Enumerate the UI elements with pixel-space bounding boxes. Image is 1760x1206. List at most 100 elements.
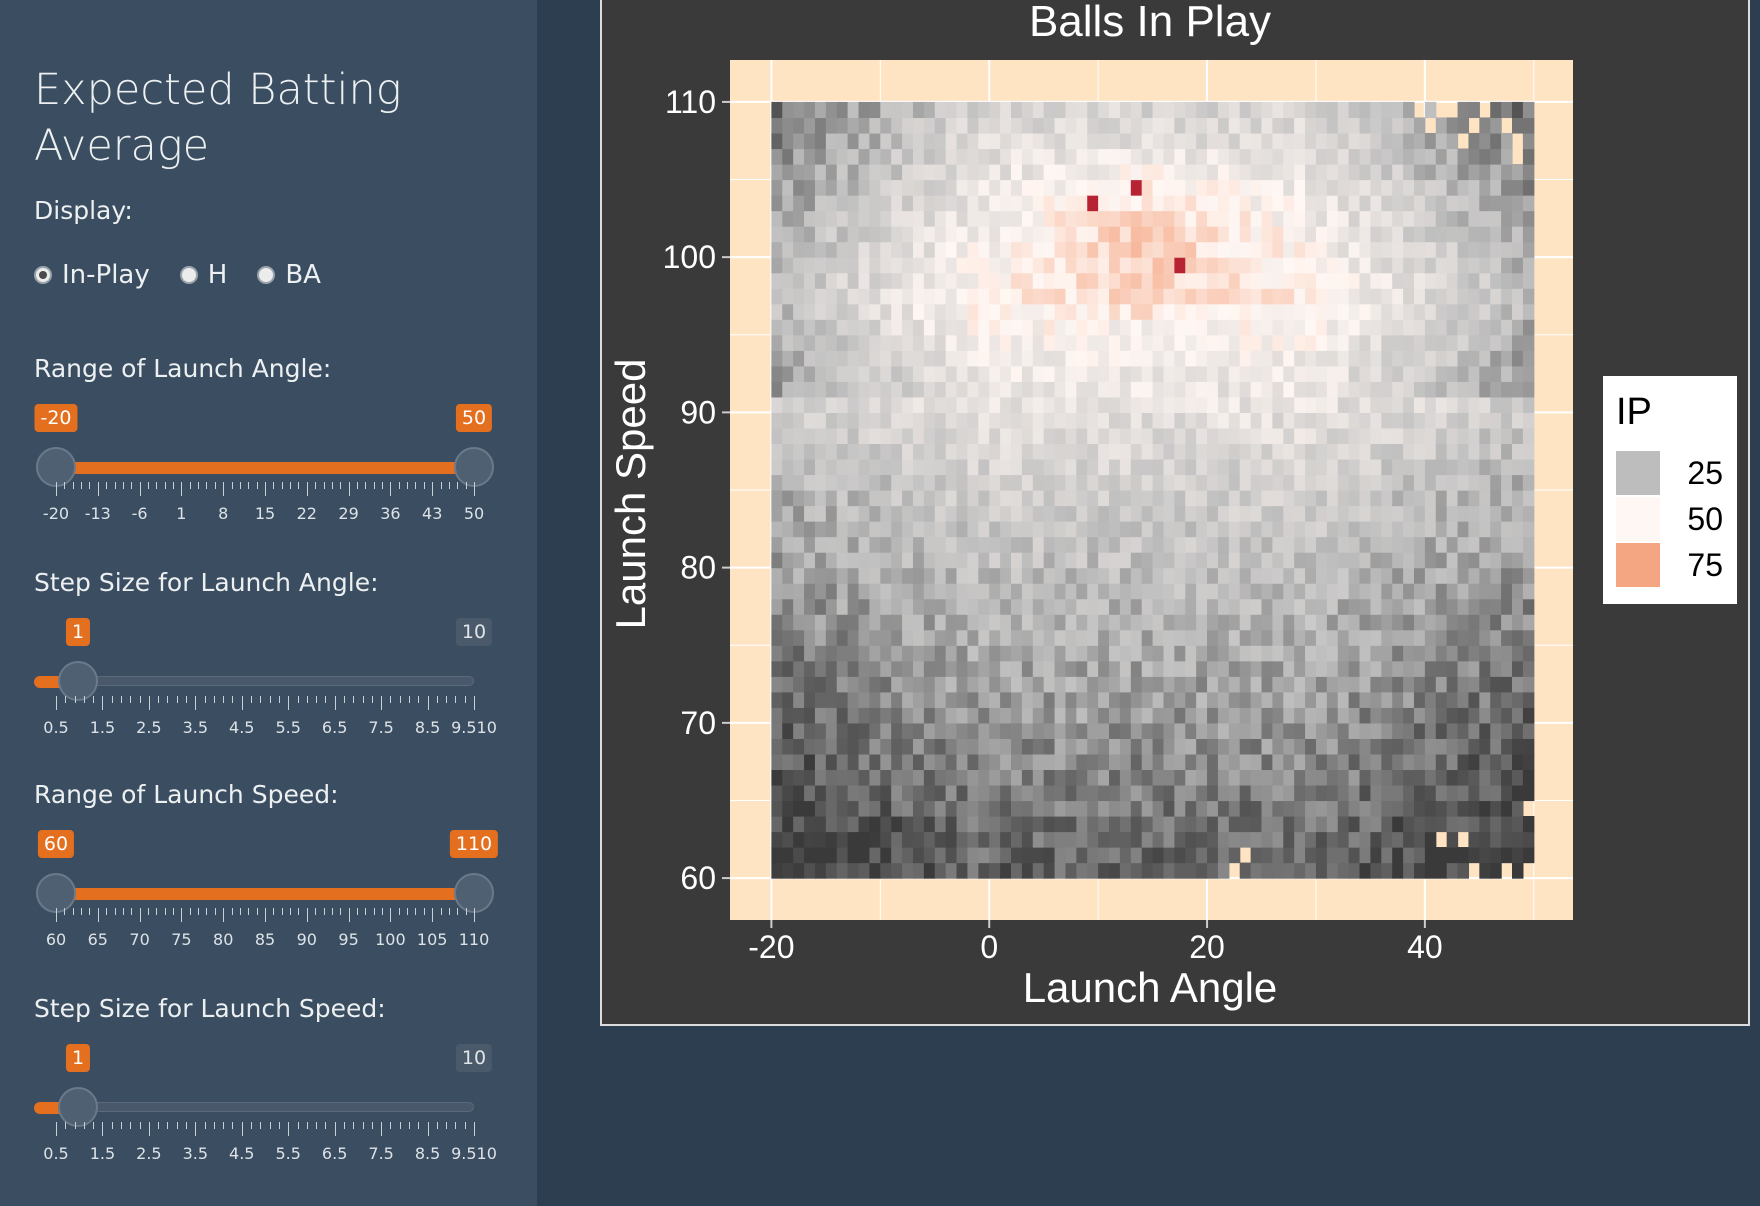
heatmap-cell <box>1468 288 1480 305</box>
heatmap-cell <box>891 567 903 584</box>
heatmap-cell <box>1065 303 1077 320</box>
heatmap-cell <box>1326 660 1339 677</box>
heatmap-cell <box>1152 195 1165 212</box>
heatmap-cell <box>891 753 903 771</box>
heatmap-cell <box>1141 365 1154 382</box>
radio-in-play[interactable]: In-Play <box>34 260 150 290</box>
heatmap-cell <box>912 521 925 538</box>
heatmap-cell <box>1305 598 1317 615</box>
heatmap-cell <box>989 427 1001 445</box>
heatmap-cell <box>880 303 892 320</box>
heatmap-cell <box>771 101 783 119</box>
radio-ba[interactable]: BA <box>257 260 321 290</box>
heatmap-cell <box>814 753 827 771</box>
heatmap-cell <box>804 645 816 662</box>
launch-angle-range-slider[interactable]: -20 50 -20 -13 -6 1 8 15 22 29 36 43 50 <box>34 404 494 524</box>
heatmap-cell <box>1501 536 1513 553</box>
heatmap-cell <box>1272 536 1284 553</box>
heatmap-cell <box>1446 629 1459 646</box>
heatmap-cell <box>902 769 914 786</box>
slider-tick <box>56 1122 57 1136</box>
heatmap-cell <box>1392 583 1404 600</box>
radio-in-play-dot[interactable] <box>34 266 52 284</box>
heatmap-cell <box>902 164 914 181</box>
heatmap-cell <box>1087 288 1099 305</box>
heatmap-cell <box>858 831 871 848</box>
radio-h-dot[interactable] <box>179 266 198 284</box>
heatmap-cell <box>1065 272 1077 289</box>
heatmap-cell <box>1000 536 1012 553</box>
heatmap-cell <box>869 567 881 584</box>
slider-to-handle[interactable] <box>454 873 494 913</box>
heatmap-cell <box>1043 148 1056 165</box>
heatmap-cell <box>934 365 947 382</box>
slider-from-handle[interactable] <box>36 447 76 487</box>
heatmap-cell <box>1403 226 1415 243</box>
heatmap-cell <box>1076 272 1088 289</box>
slider-handle[interactable] <box>58 661 98 701</box>
heatmap-cell <box>1087 769 1099 786</box>
heatmap-cell <box>1359 769 1372 786</box>
slider-tick <box>465 482 467 489</box>
heatmap-cell <box>1043 179 1056 196</box>
heatmap-cell <box>1163 660 1175 677</box>
heatmap-cell <box>1174 117 1186 134</box>
launch-speed-range-slider[interactable]: 60 110 60 65 70 75 80 85 90 95 100 105 110 <box>34 830 499 950</box>
heatmap-cell <box>1109 660 1121 677</box>
heatmap-cell <box>1337 847 1350 864</box>
heatmap-cell <box>1250 412 1263 429</box>
heatmap-cell <box>1392 691 1404 708</box>
slider-to-handle[interactable] <box>454 447 494 487</box>
slider-handle[interactable] <box>58 1087 98 1127</box>
heatmap-cell <box>1457 148 1470 165</box>
slider-tick <box>306 908 308 922</box>
heatmap-cell <box>1359 195 1372 212</box>
heatmap-cell <box>1315 132 1328 150</box>
heatmap-cell <box>847 241 860 258</box>
heatmap-cell <box>1054 552 1067 569</box>
heatmap-cell <box>1152 536 1165 553</box>
heatmap-cell <box>1011 257 1023 274</box>
heatmap-cell <box>1370 226 1382 243</box>
heatmap-cell <box>771 660 783 677</box>
heatmap-cell <box>825 707 838 724</box>
heatmap-cell <box>1348 272 1361 289</box>
heatmap-cell <box>1109 241 1121 258</box>
slider-track[interactable] <box>56 676 474 686</box>
heatmap-cell <box>814 722 827 739</box>
radio-ba-dot[interactable] <box>257 266 276 284</box>
slider-track[interactable] <box>56 1102 474 1112</box>
heatmap-cell <box>1239 132 1252 150</box>
heatmap-cell <box>1228 303 1241 320</box>
heatmap-cell <box>1065 396 1077 413</box>
launch-angle-step-slider[interactable]: 1 10 0.5 1.5 2.5 3.5 4.5 5.5 6.5 7.5 8.5 9.510 <box>34 618 497 738</box>
heatmap-cell <box>1457 241 1470 258</box>
heatmap-cell <box>825 210 838 227</box>
radio-h[interactable]: H <box>179 260 227 290</box>
heatmap-cell <box>978 412 990 429</box>
heatmap-cell <box>978 614 990 631</box>
heatmap-cell <box>1119 257 1132 274</box>
heatmap-cell <box>1348 474 1361 491</box>
slider-from-handle[interactable] <box>36 873 76 913</box>
y-tick-label: 70 <box>680 705 716 741</box>
heatmap-cell <box>1119 288 1132 305</box>
heatmap-cell <box>771 536 783 553</box>
heatmap-cell <box>1305 179 1317 196</box>
heatmap-cell <box>1087 676 1099 693</box>
heatmap-cell <box>836 505 849 522</box>
slider-tick-label: 43 <box>422 504 443 523</box>
heatmap-cell <box>1174 101 1186 119</box>
heatmap-cell <box>1403 381 1415 398</box>
heatmap-cell <box>1185 101 1197 119</box>
heatmap-cell <box>1348 303 1361 320</box>
heatmap-cell <box>1522 552 1535 569</box>
slider-tick <box>106 908 108 915</box>
launch-speed-step-slider[interactable]: 1 10 0.5 1.5 2.5 3.5 4.5 5.5 6.5 7.5 8.5 9.510 <box>34 1044 497 1164</box>
heatmap-cell <box>1501 319 1513 336</box>
heatmap-cell <box>1468 769 1480 786</box>
heatmap-cell <box>1196 241 1208 258</box>
heatmap-cell <box>1109 117 1121 134</box>
heatmap-cell <box>836 210 849 227</box>
heatmap-cell <box>1424 722 1437 739</box>
